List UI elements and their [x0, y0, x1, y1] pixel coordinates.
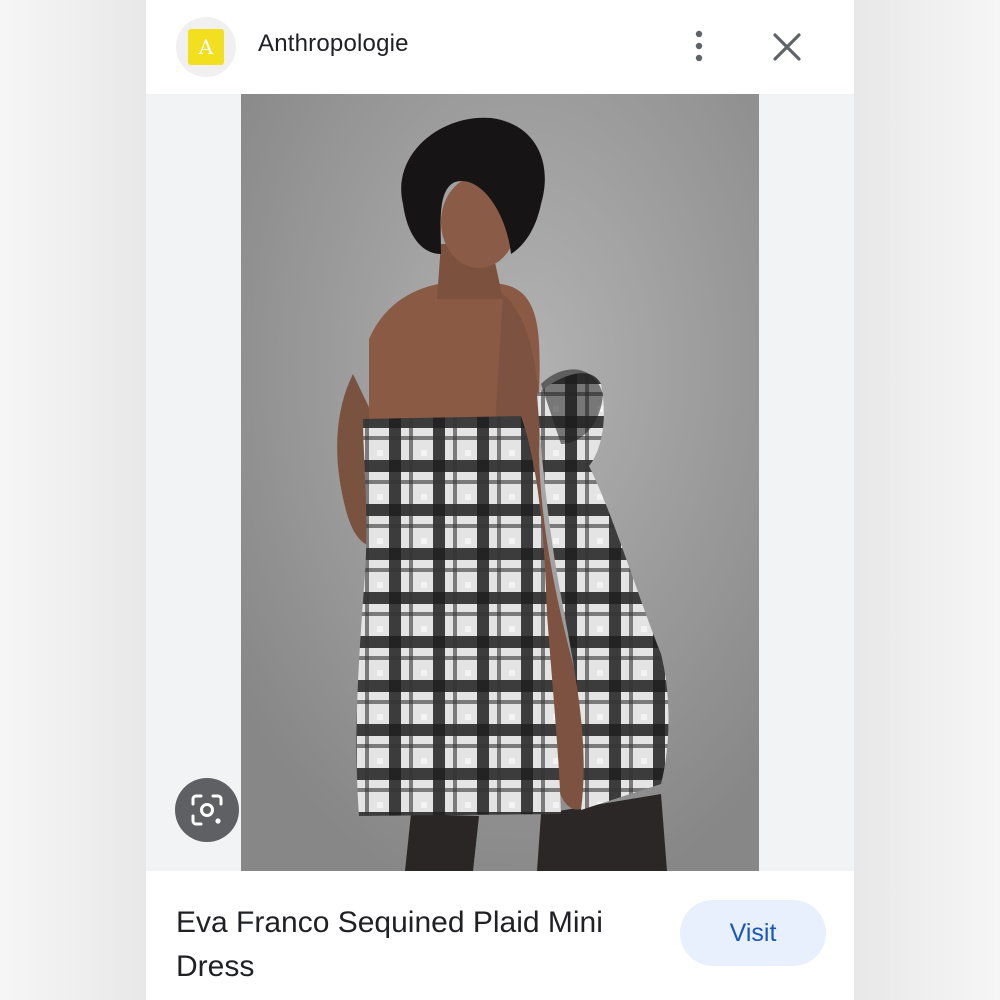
- more-vert-icon: [695, 30, 703, 62]
- preview-footer: Eva Franco Sequined Plaid Mini Dress Vis…: [146, 871, 854, 1000]
- close-button[interactable]: [770, 30, 804, 64]
- background-left: [0, 0, 146, 1000]
- site-name[interactable]: Anthropologie: [258, 30, 409, 58]
- google-lens-button[interactable]: [175, 778, 239, 842]
- product-photo: [241, 94, 759, 871]
- lens-icon: [191, 794, 223, 826]
- site-logo-tile: A: [188, 29, 224, 65]
- close-icon: [773, 33, 801, 61]
- image-preview-card: A Anthropologie Eva Franco Sequined Plai…: [146, 0, 854, 1000]
- site-logo-letter: A: [198, 35, 214, 59]
- site-logo[interactable]: A: [176, 17, 236, 77]
- more-options-button[interactable]: [684, 30, 714, 64]
- visit-button[interactable]: Visit: [680, 900, 826, 966]
- product-image[interactable]: [241, 94, 759, 871]
- background-right: [854, 0, 1000, 1000]
- preview-header: A Anthropologie: [146, 0, 854, 94]
- product-title[interactable]: Eva Franco Sequined Plaid Mini Dress: [176, 901, 656, 989]
